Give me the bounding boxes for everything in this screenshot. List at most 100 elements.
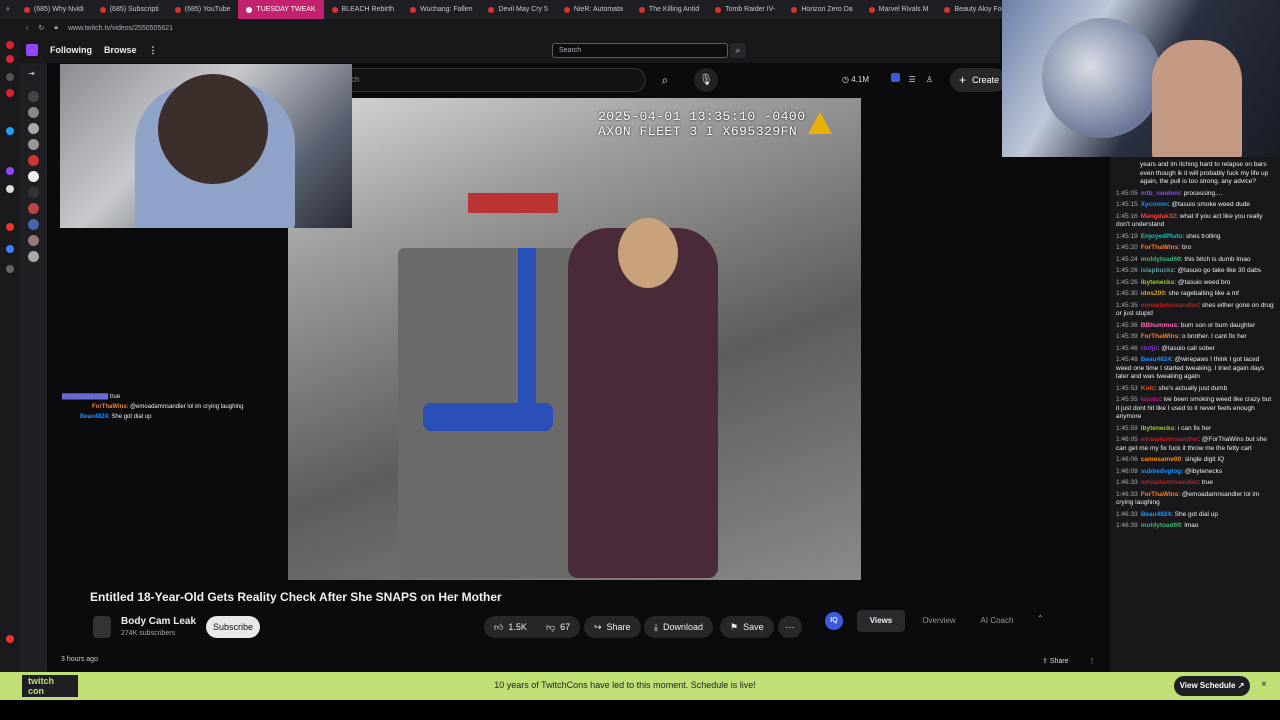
video-frame[interactable]: 2025-04-01 13:35:10 -0400 AXON FLEET 3 I… <box>288 98 861 580</box>
chat-username[interactable]: ibytenecks <box>1141 279 1175 286</box>
avatar[interactable] <box>28 251 39 262</box>
more-icon[interactable]: ⋮ <box>149 45 158 56</box>
microphone-icon[interactable]: 🎙︎ <box>694 68 718 92</box>
avatar[interactable] <box>28 123 39 134</box>
chat-username[interactable]: subbedvglog <box>1141 468 1181 475</box>
search-icon[interactable]: ⌕ <box>652 68 678 92</box>
chat-username[interactable]: ibytenecks <box>1141 425 1175 432</box>
youtube-icon[interactable] <box>6 89 14 97</box>
chevron-up-icon[interactable]: ⌃ <box>1037 614 1044 623</box>
tab-0[interactable]: (685) Why Nvidi <box>16 0 92 19</box>
extension-icon[interactable] <box>891 73 901 82</box>
chat-username[interactable]: mtb_random <box>1141 190 1180 197</box>
chat-username[interactable]: Mangdak32 <box>1141 213 1176 220</box>
chat-username[interactable]: ForThaWins <box>1141 333 1179 340</box>
youtube-icon[interactable] <box>6 55 14 63</box>
tab-ai-coach[interactable]: AI Coach <box>977 610 1017 632</box>
chat-username[interactable]: emoadamnsandler <box>1141 436 1198 443</box>
tab-6[interactable]: Devil May Cry 5 <box>480 0 555 19</box>
avatar[interactable] <box>28 203 39 214</box>
subscribe-button[interactable]: Subscribe <box>206 616 260 638</box>
chat-username[interactable]: Xycomm <box>1141 201 1168 208</box>
close-icon[interactable]: × <box>1261 679 1267 690</box>
nav-browse[interactable]: Browse <box>104 45 137 55</box>
youtube-search-input[interactable]: ch <box>340 68 646 92</box>
chat-username[interactable]: moldytoad69 <box>1141 522 1181 529</box>
avatar[interactable] <box>28 187 39 198</box>
create-button[interactable]: + Create <box>950 68 1006 92</box>
chat-username[interactable]: camesame00 <box>1141 456 1181 463</box>
tab-overview[interactable]: Overview <box>919 610 959 632</box>
chat-username[interactable]: Beau4824 <box>1141 511 1171 518</box>
x-icon[interactable] <box>6 185 14 193</box>
reload-icon[interactable]: ↻ <box>38 24 44 32</box>
chat-username[interactable]: emoadamnsandler <box>1141 479 1198 486</box>
settings-icon[interactable] <box>6 265 14 273</box>
tab-7[interactable]: NieR: Automata <box>556 0 631 19</box>
tab-9[interactable]: Tomb Raider IV- <box>707 0 783 19</box>
chat-message: 1:45:26 ibytenecks: @tasuio weed bro <box>1116 278 1231 286</box>
channel-name[interactable]: Body Cam Leak <box>121 616 196 627</box>
music-icon[interactable] <box>6 223 14 231</box>
like-button[interactable]: 👍︎ 1.5K <box>484 616 537 638</box>
chat-username[interactable]: emoadamnsandler <box>1141 302 1198 309</box>
more-actions-button[interactable]: ⋯ <box>778 616 802 638</box>
chat-username[interactable]: Beau4824 <box>1141 356 1171 363</box>
tab-5[interactable]: Wuchang: Fallen <box>402 0 480 19</box>
chat-username[interactable]: rbrtjn <box>1141 345 1158 352</box>
channel-avatar[interactable] <box>93 616 111 638</box>
chat-username[interactable]: islapbuckz <box>1141 267 1174 274</box>
share-button[interactable]: ↪ Share <box>584 616 641 638</box>
list-icon[interactable]: ☰ <box>908 75 915 84</box>
tab-8[interactable]: The Killing Antid <box>631 0 707 19</box>
tab-4[interactable]: BLEACH Rebirth <box>324 0 403 19</box>
chat-username[interactable]: BBhummus <box>1141 322 1177 329</box>
youtube-icon[interactable] <box>6 41 14 49</box>
chat-username[interactable]: ForThaWins <box>1141 244 1179 251</box>
twitch-search-input[interactable]: Search <box>552 43 728 58</box>
avatar[interactable] <box>28 91 39 102</box>
avatar[interactable] <box>28 107 39 118</box>
avatar[interactable] <box>28 155 39 166</box>
chat-username[interactable]: EnjoyedPluto <box>1141 233 1183 240</box>
twitch-logo-icon[interactable] <box>26 44 38 56</box>
tab-2[interactable]: (685) YouTube <box>167 0 239 19</box>
chat-username[interactable]: idos200 <box>1141 290 1165 297</box>
chat-timestamp: 1:45:55 <box>1116 396 1138 403</box>
chat-timestamp: 1:45:16 <box>1116 212 1138 220</box>
avatar[interactable] <box>28 171 39 182</box>
notification-icon[interactable]: ♙ <box>926 75 933 84</box>
tab-views[interactable]: Views <box>857 610 905 632</box>
tab-1[interactable]: (685) Subscripti <box>92 0 167 19</box>
avatar[interactable] <box>28 139 39 150</box>
vidiq-badge[interactable]: IQ <box>825 612 843 630</box>
url-field[interactable]: www.twitch.tv/videos/2550505621 <box>68 25 173 32</box>
back-icon[interactable]: ‹ <box>26 25 28 32</box>
chat-username[interactable]: taisdu <box>1141 396 1160 403</box>
avatar[interactable] <box>28 235 39 246</box>
chat-username[interactable]: Kolc <box>1141 385 1155 392</box>
view-schedule-button[interactable]: View Schedule ↗ <box>1174 676 1250 696</box>
gear-icon[interactable] <box>6 635 14 643</box>
nav-following[interactable]: Following <box>50 45 92 55</box>
tab-11[interactable]: Marvel Rivals M <box>861 0 937 19</box>
tab-3-active[interactable]: TUESDAY TWEAK <box>238 0 324 19</box>
pin-icon[interactable] <box>6 73 14 81</box>
collapse-icon[interactable]: ⇥ <box>28 69 39 80</box>
tab-search-icon[interactable]: ⌕ <box>0 0 16 19</box>
save-button[interactable]: ⚑ Save <box>720 616 774 638</box>
search-icon[interactable]: ⌕ <box>730 43 746 58</box>
dislike-button[interactable]: 👎︎ 67 <box>536 616 581 638</box>
app-icon[interactable] <box>6 245 14 253</box>
twitter-icon[interactable] <box>6 127 14 135</box>
tab-10[interactable]: Horizon Zero Da <box>783 0 860 19</box>
download-button[interactable]: ⤓ Download <box>644 616 714 638</box>
chat-timestamp: 1:46:06 <box>1116 456 1138 463</box>
twitch-icon[interactable] <box>6 167 14 175</box>
chat-username[interactable]: moldytoad69 <box>1141 256 1181 263</box>
chat-username[interactable]: ForThaWins <box>1141 491 1179 498</box>
download-label: Download <box>662 622 704 632</box>
avatar[interactable] <box>28 219 39 230</box>
share-stream-button[interactable]: ⇪ Share ⋮ <box>1042 657 1095 665</box>
more-icon[interactable]: ⋮ <box>1088 658 1095 665</box>
